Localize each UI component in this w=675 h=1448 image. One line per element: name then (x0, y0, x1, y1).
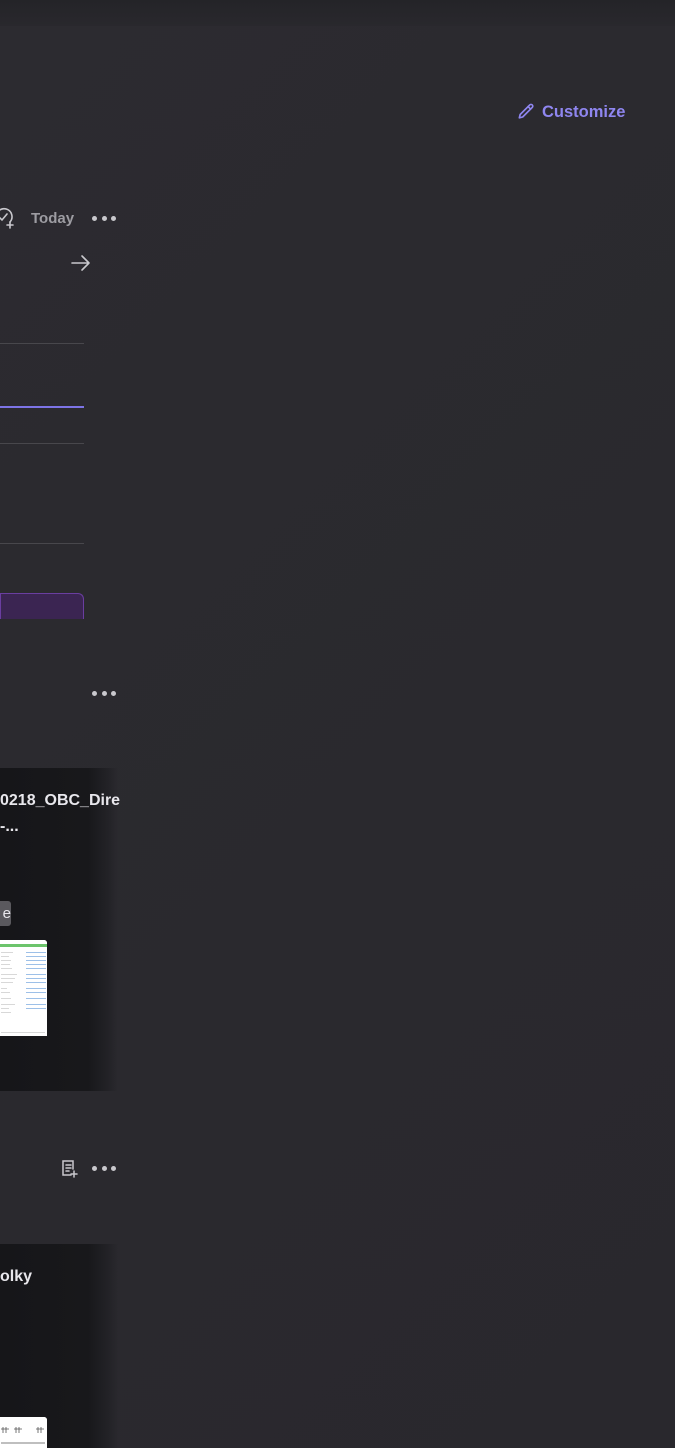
note-add-icon[interactable] (61, 1159, 79, 1179)
divider (0, 343, 84, 344)
tasks-date-label[interactable]: Today (31, 206, 74, 230)
file-type-tag: e (0, 901, 11, 926)
note-card-title: olky (0, 1268, 33, 1285)
file-card[interactable]: 0218_OBC_Dire -... (0, 768, 121, 1091)
customize-button[interactable]: Customize (516, 102, 625, 122)
more-horizontal-icon[interactable] (92, 688, 116, 698)
file-card-title: 0218_OBC_Dire (0, 792, 121, 809)
pencil-icon (518, 103, 534, 119)
customize-label: Customize (542, 102, 626, 121)
arrow-right-icon[interactable] (70, 253, 92, 273)
task-add-icon[interactable] (0, 207, 16, 229)
task-item-highlight[interactable] (0, 593, 84, 619)
top-bar (0, 0, 675, 26)
more-horizontal-icon[interactable] (92, 213, 116, 223)
divider (0, 543, 84, 544)
file-thumbnail (0, 940, 47, 1036)
note-thumbnail (0, 1417, 47, 1448)
home-dashboard: Customize Today 0218_OBC_Dire -... e olk… (0, 0, 675, 1448)
divider (0, 443, 84, 444)
active-tab-underline (0, 406, 84, 408)
file-card-title-cont: -... (0, 818, 19, 835)
more-horizontal-icon[interactable] (92, 1163, 116, 1173)
